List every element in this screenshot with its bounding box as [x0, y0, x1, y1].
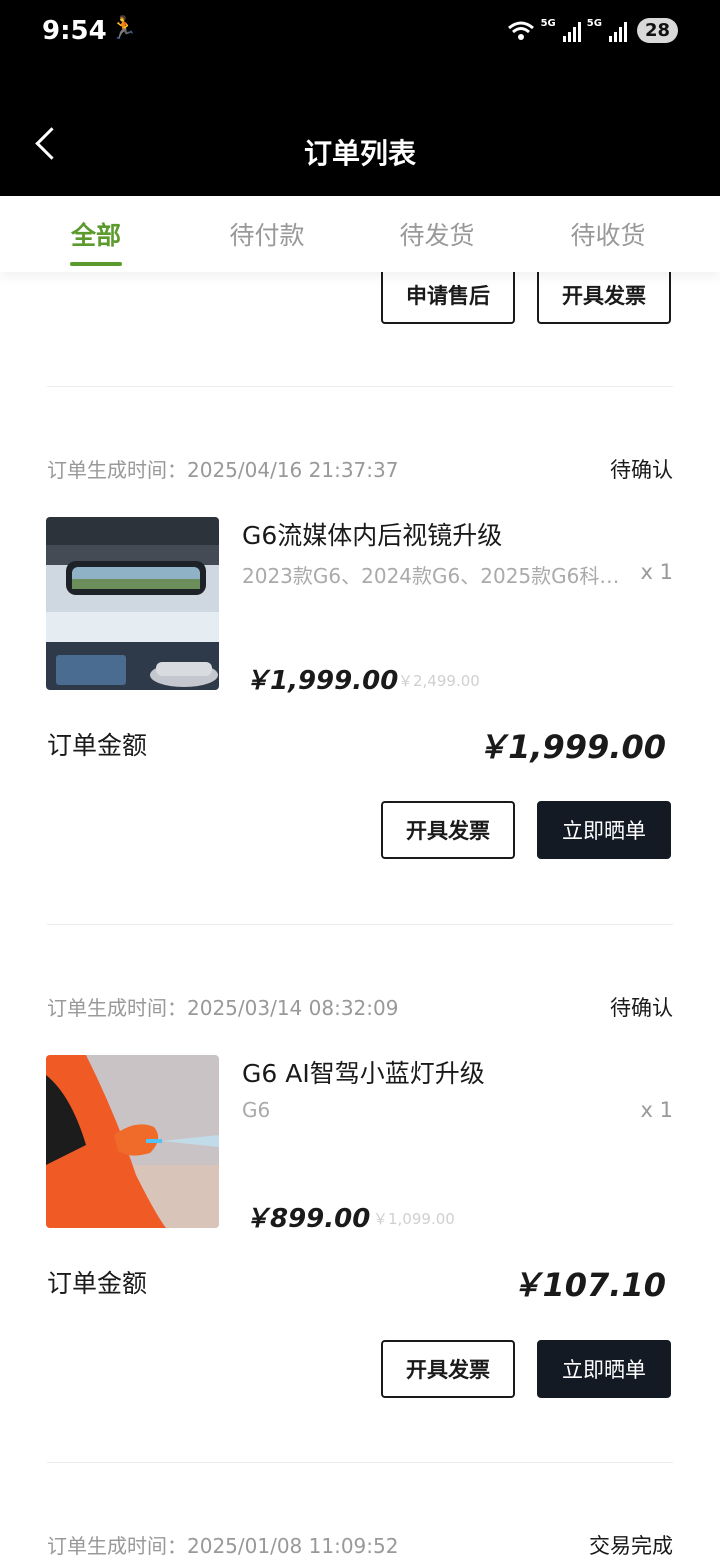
order-amount: ￥107.10: [510, 1266, 667, 1304]
product-spec: G6: [242, 1098, 271, 1122]
original-price: ￥1,099.00: [373, 1210, 455, 1228]
signal-icon-2: [608, 20, 627, 42]
status-icons: 5G 5G 28: [507, 18, 678, 43]
order-amount-label: 订单金额: [47, 731, 148, 760]
tab-pending-payment[interactable]: 待付款: [229, 216, 304, 252]
product-price: ￥1,999.00: [244, 666, 399, 696]
activity-icon: 🏃: [110, 16, 138, 41]
tab-pending-receipt[interactable]: 待收货: [570, 216, 645, 252]
order-amount: ￥1,999.00: [476, 728, 666, 766]
divider: [47, 386, 673, 387]
status-time: 9:54: [42, 16, 107, 46]
order-status: 待确认: [610, 458, 673, 482]
divider: [47, 924, 673, 925]
app-header: 订单列表: [0, 68, 720, 196]
after-sales-button[interactable]: 申请售后: [381, 266, 515, 324]
product-quantity: x 1: [640, 560, 673, 584]
network-5g-label-2: 5G: [586, 18, 602, 29]
order-tabs: 全部 待付款 待发货 待收货: [0, 196, 720, 272]
product-image-mirror[interactable]: [46, 517, 219, 690]
divider: [47, 1462, 673, 1463]
invoice-button[interactable]: 开具发票: [381, 801, 515, 859]
tab-all[interactable]: 全部: [71, 216, 121, 252]
product-image-light[interactable]: [46, 1055, 219, 1228]
product-price: ￥899.00: [244, 1204, 371, 1234]
order-time: 订单生成时间：2025/01/08 11:09:52: [47, 1534, 399, 1558]
order-amount-label: 订单金额: [47, 1269, 148, 1298]
original-price: ￥2,499.00: [398, 672, 480, 690]
order-status: 交易完成: [589, 1534, 673, 1558]
share-order-button[interactable]: 立即晒单: [537, 801, 671, 859]
product-name[interactable]: G6 AI智驾小蓝灯升级: [242, 1054, 485, 1090]
signal-icon: [562, 20, 581, 42]
status-bar: 9:54 🏃 5G 5G 28: [0, 0, 720, 68]
order-time: 订单生成时间：2025/03/14 08:32:09: [47, 996, 399, 1020]
product-name[interactable]: G6流媒体内后视镜升级: [242, 516, 502, 552]
product-quantity: x 1: [640, 1098, 673, 1122]
wifi-icon: [507, 21, 534, 40]
battery-indicator: 28: [636, 18, 678, 43]
active-tab-indicator: [70, 262, 122, 266]
share-order-button[interactable]: 立即晒单: [537, 1340, 671, 1398]
network-5g-label: 5G: [540, 18, 556, 29]
invoice-button-top[interactable]: 开具发票: [537, 266, 671, 324]
product-spec: 2023款G6、2024款G6、2025款G6科技版: [242, 564, 632, 588]
tab-pending-shipment[interactable]: 待发货: [399, 216, 474, 252]
order-time: 订单生成时间：2025/04/16 21:37:37: [47, 458, 399, 482]
page-title: 订单列表: [303, 137, 416, 170]
order-status: 待确认: [610, 996, 673, 1020]
invoice-button[interactable]: 开具发票: [381, 1340, 515, 1398]
